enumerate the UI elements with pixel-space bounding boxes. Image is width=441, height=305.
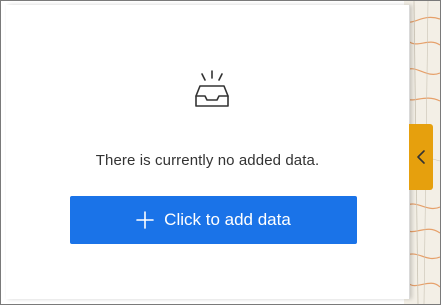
add-data-button-label: Click to add data	[164, 210, 291, 229]
collapse-panel-button[interactable]	[409, 124, 433, 190]
chevron-left-icon	[417, 150, 425, 164]
empty-inbox-icon	[190, 68, 234, 112]
empty-state-message: There is currently no added data.	[95, 152, 320, 169]
add-data-panel: There is currently no added data. Click …	[6, 5, 410, 299]
add-data-button[interactable]: Click to add data	[70, 196, 357, 244]
plus-icon	[136, 211, 154, 229]
